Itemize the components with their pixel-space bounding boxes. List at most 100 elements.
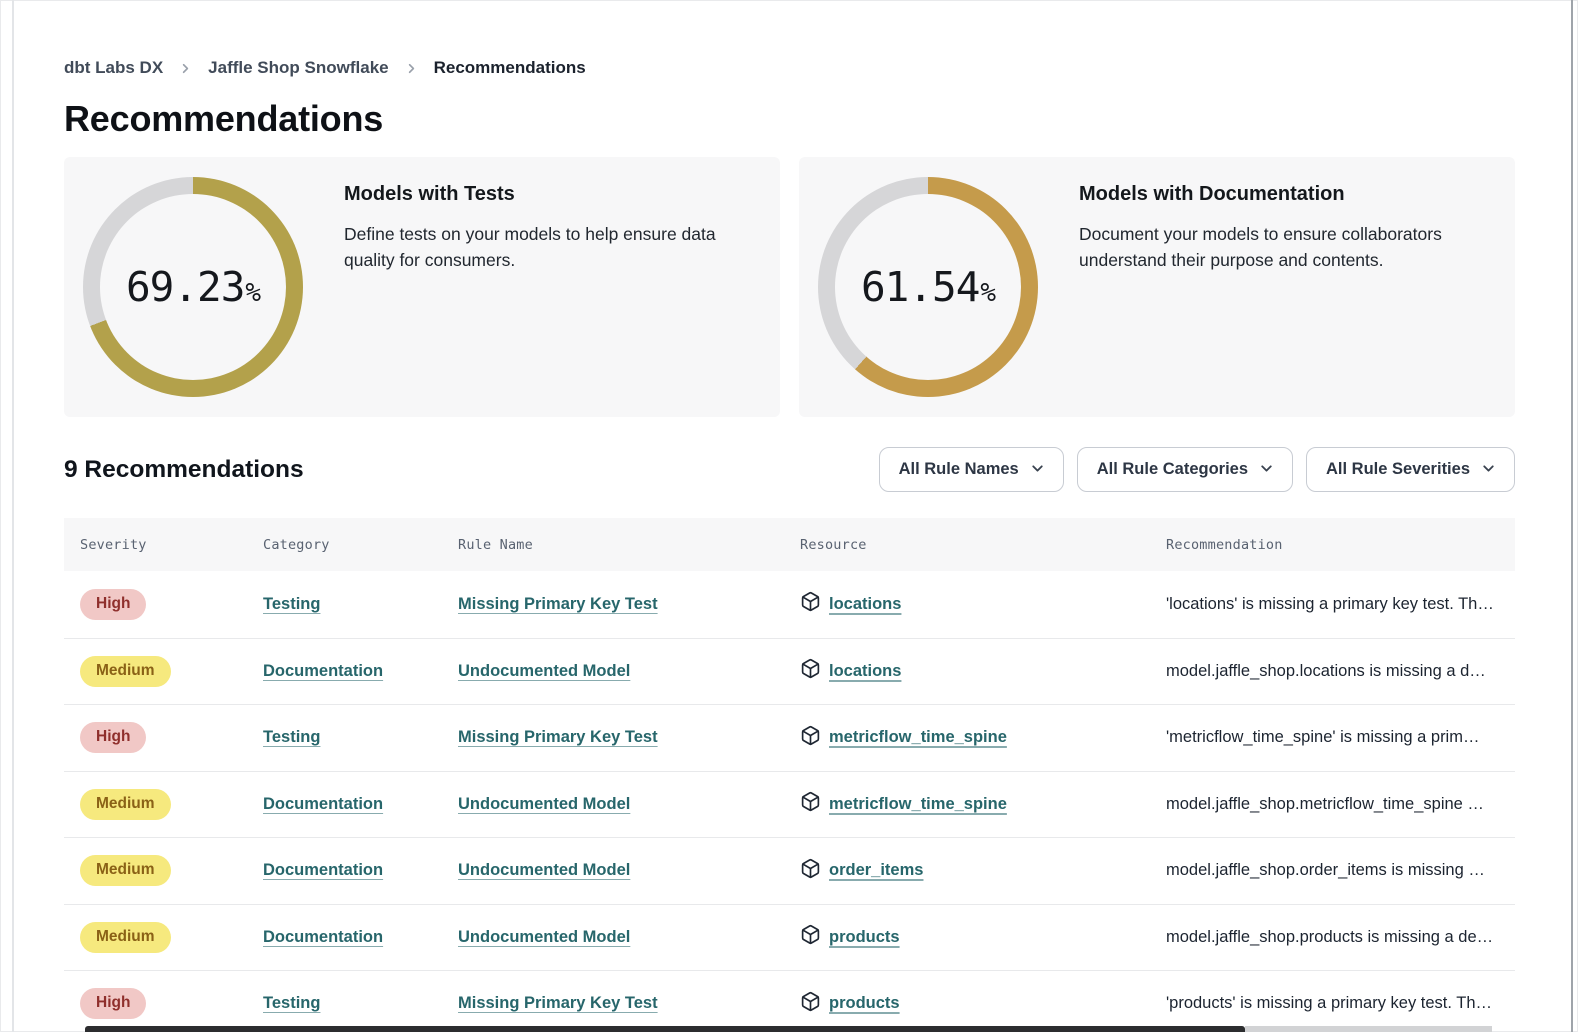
chevron-down-icon [1029,458,1046,482]
category-link[interactable]: Testing [263,994,320,1012]
models-with-tests-card: 69.23% Models with Tests Define tests on… [64,157,780,417]
model-cube-icon [800,924,821,950]
category-link[interactable]: Documentation [263,861,383,879]
resource-link[interactable]: metricflow_time_spine [829,795,1007,814]
resource-cell: locations [784,658,1150,684]
rule-name-cell: Undocumented Model [442,861,784,880]
severity-badge: Medium [80,656,171,687]
table-row: Medium Documentation Undocumented Model … [64,771,1515,838]
rule-name-cell: Missing Primary Key Test [442,595,784,614]
category-cell: Testing [247,728,442,747]
category-link[interactable]: Documentation [263,928,383,946]
rule-names-filter-dropdown[interactable]: All Rule Names [879,447,1064,492]
recommendations-table: Severity Category Rule Name Resource Rec… [64,518,1515,1032]
severity-badge: Medium [80,855,171,886]
rule-severities-filter-dropdown[interactable]: All Rule Severities [1306,447,1515,492]
donut-hole: 61.54% [835,194,1021,380]
resource-link[interactable]: metricflow_time_spine [829,728,1007,747]
percentage-sign: % [245,278,260,308]
severity-badge: High [80,589,146,620]
rule-name-link[interactable]: Undocumented Model [458,795,630,813]
recommendation-cell: 'products' is missing a primary key test… [1150,994,1515,1013]
stat-cards: 69.23% Models with Tests Define tests on… [64,157,1515,417]
resource-link[interactable]: locations [829,595,901,614]
models-with-documentation-card: 61.54% Models with Documentation Documen… [799,157,1515,417]
rule-name-link[interactable]: Undocumented Model [458,662,630,680]
sidebar-divider [12,0,14,1032]
chevron-down-icon [1480,458,1497,482]
window-right-edge [1571,0,1573,1032]
column-header-resource: Resource [784,537,1150,553]
stat-card-title: Models with Documentation [1079,183,1451,206]
category-cell: Documentation [247,928,442,947]
resource-link[interactable]: products [829,994,900,1013]
category-link[interactable]: Documentation [263,795,383,813]
percentage-value: 61.54 [861,263,979,311]
severity-cell: High [64,722,247,753]
recommendation-cell: 'locations' is missing a primary key tes… [1150,595,1515,614]
resource-link[interactable]: locations [829,662,901,681]
category-cell: Documentation [247,662,442,681]
rule-name-link[interactable]: Missing Primary Key Test [458,595,658,613]
rule-name-link[interactable]: Undocumented Model [458,928,630,946]
table-row: High Testing Missing Primary Key Test pr… [64,970,1515,1032]
severity-cell: Medium [64,789,247,820]
filter-label: All Rule Names [899,460,1019,479]
resource-link[interactable]: order_items [829,861,923,880]
breadcrumb-item-recommendations: Recommendations [434,58,586,78]
rule-name-cell: Undocumented Model [442,928,784,947]
scrollbar-track [1245,1026,1492,1032]
severity-cell: Medium [64,855,247,886]
category-link[interactable]: Testing [263,595,320,613]
table-row: High Testing Missing Primary Key Test me… [64,704,1515,771]
rule-name-link[interactable]: Missing Primary Key Test [458,994,658,1012]
rule-name-cell: Missing Primary Key Test [442,994,784,1013]
breadcrumb-item-dbt-labs-dx[interactable]: dbt Labs DX [64,58,163,78]
resource-cell: metricflow_time_spine [784,725,1150,751]
percentage-sign: % [980,278,995,308]
column-header-severity: Severity [64,537,247,553]
rule-name-cell: Undocumented Model [442,662,784,681]
model-cube-icon [800,591,821,617]
severity-cell: High [64,589,247,620]
rule-name-cell: Missing Primary Key Test [442,728,784,747]
model-cube-icon [800,658,821,684]
category-link[interactable]: Testing [263,728,320,746]
scrollbar-thumb[interactable] [85,1026,1245,1032]
main-content: dbt Labs DX Jaffle Shop Snowflake Recomm… [64,0,1515,1032]
resource-cell: products [784,924,1150,950]
severity-cell: High [64,988,247,1019]
rule-name-cell: Undocumented Model [442,795,784,814]
recommendation-cell: model.jaffle_shop.products is missing a … [1150,928,1515,947]
severity-badge: Medium [80,789,171,820]
column-header-rule-name: Rule Name [442,537,784,553]
filter-label: All Rule Severities [1326,460,1470,479]
model-cube-icon [800,991,821,1017]
rule-name-link[interactable]: Missing Primary Key Test [458,728,658,746]
percentage-value: 69.23 [126,263,244,311]
model-cube-icon [800,725,821,751]
table-row: Medium Documentation Undocumented Model … [64,638,1515,705]
rule-name-link[interactable]: Undocumented Model [458,861,630,879]
severity-cell: Medium [64,922,247,953]
horizontal-scrollbar [0,1025,1578,1032]
table-header-row: Severity Category Rule Name Resource Rec… [64,518,1515,571]
recommendation-cell: model.jaffle_shop.order_items is missing… [1150,861,1515,880]
column-header-recommendation: Recommendation [1150,537,1515,553]
table-body: High Testing Missing Primary Key Test lo… [64,571,1515,1032]
models-with-documentation-donut-chart: 61.54% [818,177,1038,397]
rule-categories-filter-dropdown[interactable]: All Rule Categories [1077,447,1293,492]
chevron-right-icon [404,61,419,76]
resource-cell: order_items [784,858,1150,884]
breadcrumb-item-jaffle-shop-snowflake[interactable]: Jaffle Shop Snowflake [208,58,388,78]
breadcrumb: dbt Labs DX Jaffle Shop Snowflake Recomm… [64,58,1515,78]
column-header-category: Category [247,537,442,553]
category-cell: Testing [247,994,442,1013]
resource-link[interactable]: products [829,928,900,947]
stat-card-description: Define tests on your models to help ensu… [344,221,760,274]
chevron-down-icon [1258,458,1275,482]
model-cube-icon [800,791,821,817]
recommendation-cell: model.jaffle_shop.locations is missing a… [1150,662,1515,681]
stat-text: Models with Documentation Document your … [1079,177,1451,397]
category-link[interactable]: Documentation [263,662,383,680]
